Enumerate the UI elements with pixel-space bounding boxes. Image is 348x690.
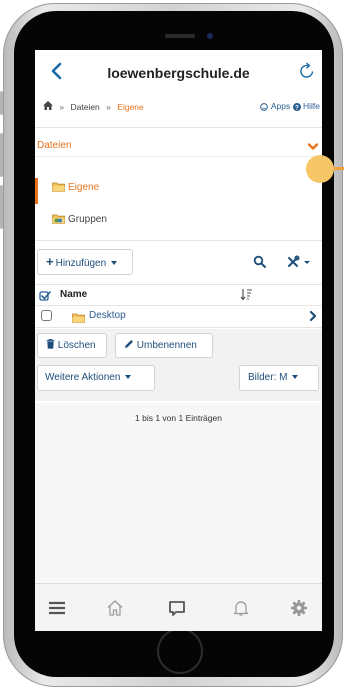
breadcrumb-dateien[interactable]: Dateien bbox=[70, 102, 99, 112]
apps-link[interactable]: Apps bbox=[271, 101, 290, 111]
speaker bbox=[165, 34, 195, 38]
camera bbox=[207, 33, 213, 39]
breadcrumb-eigene[interactable]: Eigene bbox=[117, 102, 143, 112]
caret-down-icon bbox=[125, 375, 132, 380]
files-panel-header[interactable]: Dateien bbox=[35, 132, 322, 158]
sort-icon[interactable] bbox=[240, 288, 254, 301]
more-actions-button[interactable]: Weitere Aktionen bbox=[37, 365, 155, 391]
add-button[interactable]: + Hinzufügen bbox=[37, 249, 133, 275]
folder-icon bbox=[72, 310, 85, 328]
folder-item-label: Eigene bbox=[68, 182, 100, 193]
bell-icon[interactable] bbox=[231, 598, 251, 618]
svg-text:?: ? bbox=[295, 104, 299, 111]
table-row[interactable]: Desktop bbox=[35, 305, 322, 328]
annotation-dot bbox=[306, 155, 334, 183]
chevron-right-icon[interactable] bbox=[308, 309, 318, 327]
folder-icon bbox=[52, 181, 65, 195]
images-size-button[interactable]: Bilder: M bbox=[239, 365, 319, 391]
volume-up-button bbox=[0, 133, 3, 177]
screen: loewenbergschule.de » Dateien » Eigene A… bbox=[35, 50, 322, 631]
column-header-name[interactable]: Name bbox=[60, 289, 87, 300]
caret-down-icon bbox=[292, 375, 299, 380]
breadcrumb-separator: » bbox=[106, 101, 111, 112]
more-actions-label: Weitere Aktionen bbox=[45, 372, 121, 383]
house-icon[interactable] bbox=[105, 598, 125, 618]
delete-button-label: Löschen bbox=[57, 340, 96, 351]
divider bbox=[35, 156, 322, 157]
pencil-icon bbox=[124, 340, 137, 351]
entries-count: 1 bis 1 von 1 Einträgen bbox=[135, 413, 222, 423]
bottom-nav bbox=[35, 583, 322, 631]
active-indicator bbox=[35, 178, 38, 204]
tools-icon[interactable] bbox=[286, 254, 314, 270]
home-button[interactable] bbox=[157, 628, 203, 674]
check-icon[interactable] bbox=[39, 289, 51, 301]
volume-down-button bbox=[0, 185, 3, 229]
delete-button[interactable]: Löschen bbox=[37, 333, 107, 358]
top-bar: loewenbergschule.de bbox=[35, 50, 322, 94]
folder-item-label: Gruppen bbox=[68, 214, 107, 225]
panel-title: Dateien bbox=[37, 140, 72, 151]
reload-icon[interactable] bbox=[297, 61, 317, 81]
row-checkbox[interactable] bbox=[41, 310, 52, 321]
page-title: loewenbergschule.de bbox=[107, 65, 250, 81]
help-icon: ? bbox=[292, 102, 303, 112]
folder-item-gruppen[interactable]: Gruppen bbox=[35, 210, 322, 232]
folder-item-eigene[interactable]: Eigene bbox=[35, 178, 322, 204]
smiley-icon bbox=[260, 102, 270, 112]
help-link[interactable]: Hilfe bbox=[303, 101, 320, 111]
mute-switch bbox=[0, 91, 3, 115]
add-button-label: Hinzufügen bbox=[55, 258, 107, 269]
toolbar: + Hinzufügen bbox=[35, 240, 322, 285]
menu-icon[interactable] bbox=[47, 598, 67, 618]
gear-icon[interactable] bbox=[289, 598, 309, 618]
plus-icon: + bbox=[46, 254, 54, 269]
file-name-link[interactable]: Desktop bbox=[89, 310, 126, 321]
trash-icon bbox=[46, 339, 58, 351]
rename-button[interactable]: Umbenennen bbox=[115, 333, 213, 358]
caret-down-icon bbox=[111, 261, 118, 266]
breadcrumb-separator: » bbox=[59, 101, 65, 112]
home-icon[interactable] bbox=[43, 101, 55, 112]
chat-icon[interactable] bbox=[167, 598, 187, 618]
search-icon[interactable] bbox=[253, 255, 267, 269]
breadcrumb: » Dateien » Eigene Apps ? Hilfe bbox=[43, 101, 322, 117]
images-size-label: Bilder: M bbox=[248, 372, 288, 383]
actions-bar: Löschen Umbenennen Weitere Aktionen Bild… bbox=[35, 329, 322, 401]
divider bbox=[35, 127, 322, 128]
rename-button-label: Umbenennen bbox=[136, 340, 197, 351]
folder-group-icon bbox=[52, 213, 65, 227]
breadcrumb-links: Apps ? Hilfe bbox=[260, 101, 320, 112]
table-header: Name bbox=[35, 284, 322, 306]
